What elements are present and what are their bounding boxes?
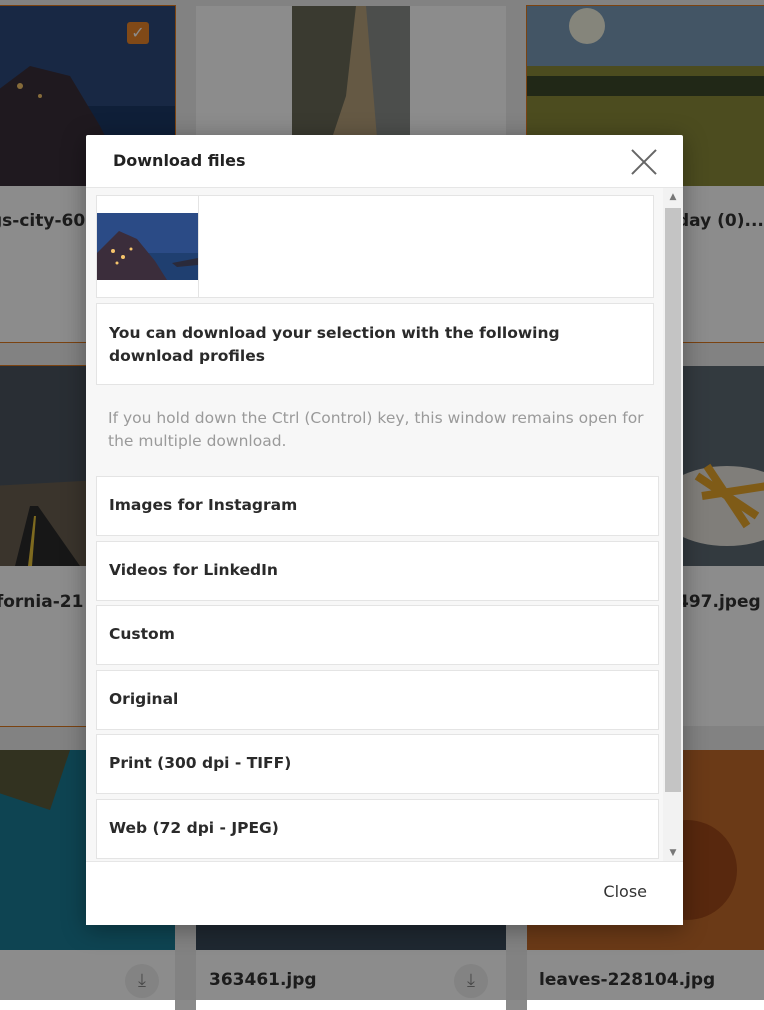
dialog-footer: Close — [86, 861, 683, 925]
info-text: You can download your selection with the… — [109, 324, 560, 365]
close-icon[interactable] — [629, 147, 659, 177]
preview-thumbnail — [97, 196, 199, 297]
profile-print-tiff[interactable]: Print (300 dpi - TIFF) — [96, 734, 659, 794]
profile-original[interactable]: Original — [96, 670, 659, 730]
download-files-dialog: Download files You can download your sel… — [86, 135, 683, 925]
selection-preview — [96, 195, 654, 298]
dialog-scrollbar[interactable]: ▲ ▼ — [663, 188, 683, 862]
dialog-header: Download files — [86, 135, 683, 188]
scroll-up-icon[interactable]: ▲ — [663, 188, 683, 206]
scrollbar-thumb[interactable] — [665, 208, 681, 792]
profile-web-jpeg[interactable]: Web (72 dpi - JPEG) — [96, 799, 659, 859]
scroll-down-icon[interactable]: ▼ — [663, 844, 683, 862]
dialog-body: You can download your selection with the… — [86, 188, 683, 862]
info-message: You can download your selection with the… — [96, 303, 654, 385]
close-button[interactable]: Close — [603, 882, 647, 901]
profile-custom[interactable]: Custom — [96, 605, 659, 665]
dialog-title: Download files — [113, 151, 246, 170]
profile-videos-linkedin[interactable]: Videos for LinkedIn — [96, 541, 659, 601]
profile-images-instagram[interactable]: Images for Instagram — [96, 476, 659, 536]
ctrl-hint: If you hold down the Ctrl (Control) key,… — [108, 409, 644, 450]
